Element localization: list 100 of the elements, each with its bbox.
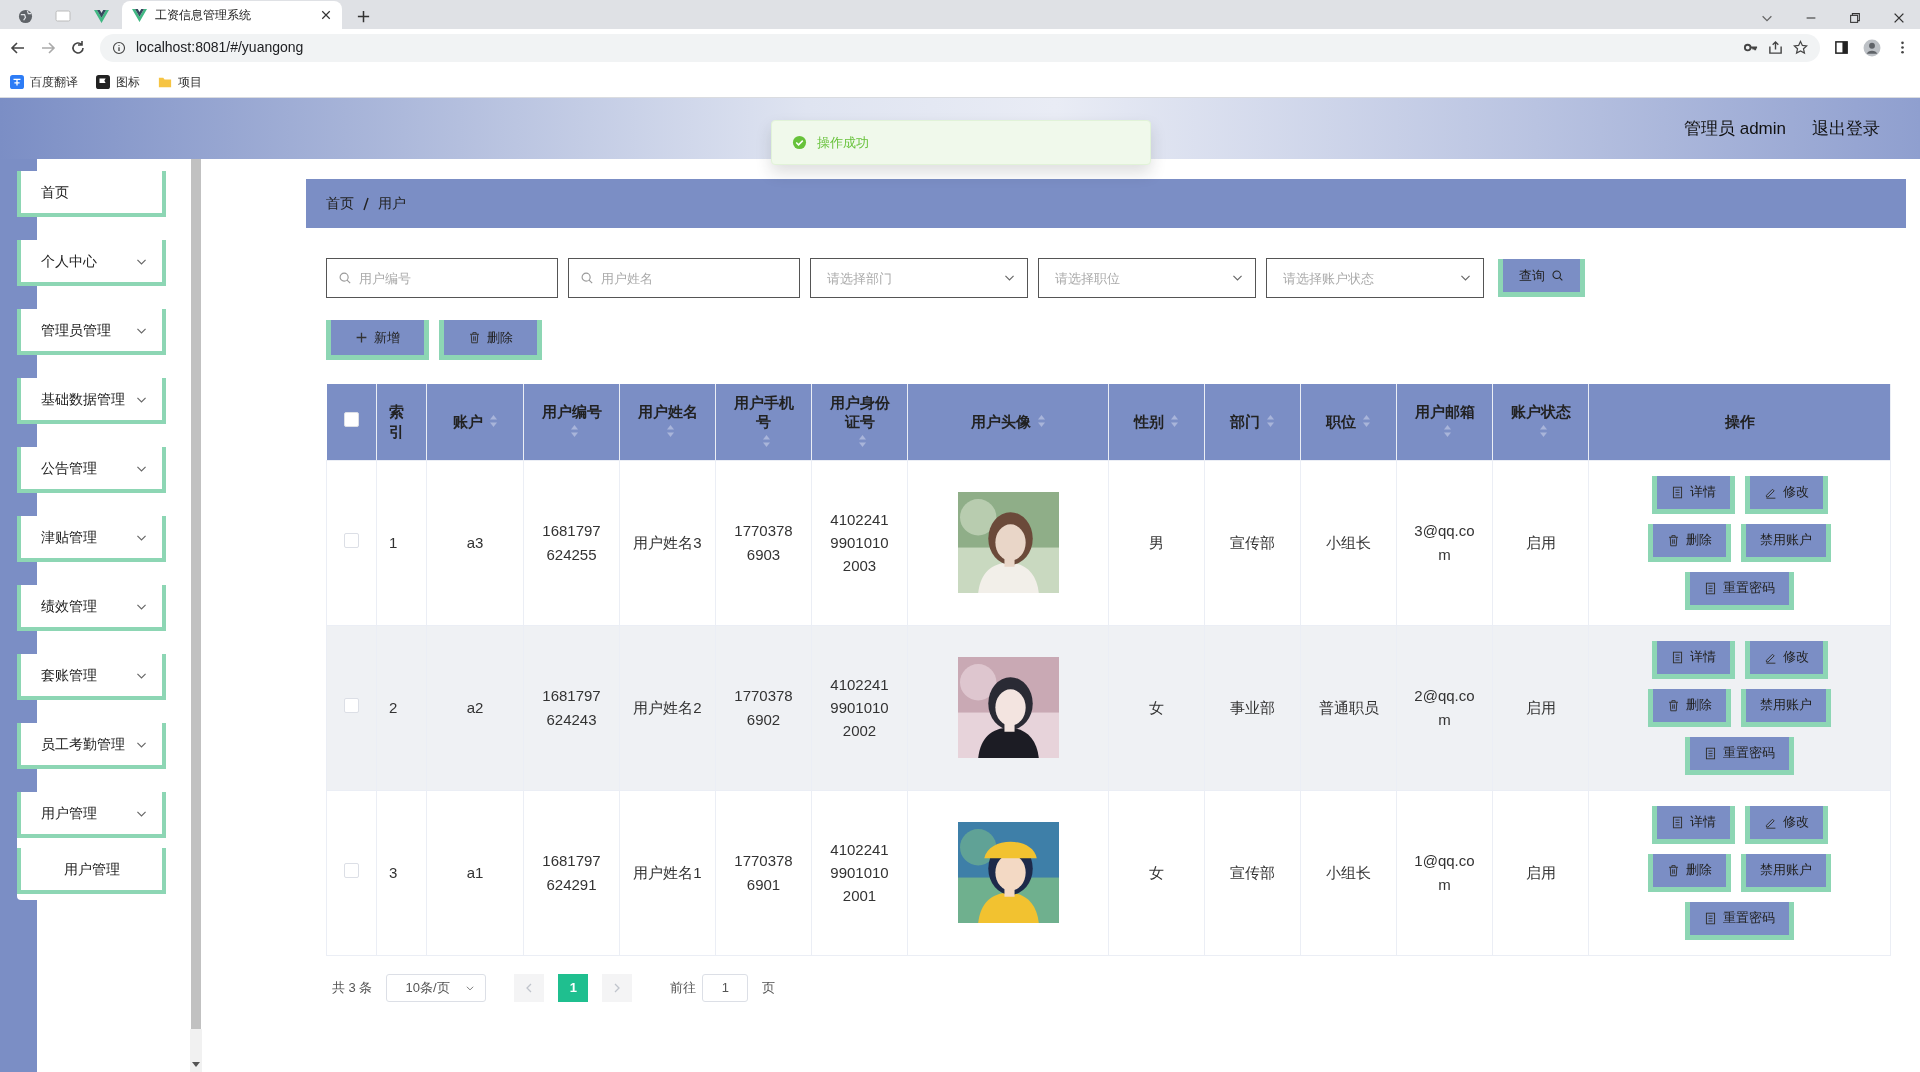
column-header: 索引	[389, 402, 405, 442]
logout-link[interactable]: 退出登录	[1812, 115, 1880, 142]
select-all-checkbox[interactable]	[343, 412, 359, 427]
sidebar-item[interactable]: 员工考勤管理	[17, 723, 166, 769]
sidebar-item[interactable]: 公告管理	[17, 447, 166, 493]
submenu-item[interactable]: 用户管理	[17, 848, 166, 894]
bookmark[interactable]: 图标	[96, 72, 140, 91]
column-header[interactable]: 部门	[1230, 412, 1260, 432]
page-size-select[interactable]: 10条/页	[386, 973, 487, 1002]
disable-account-button[interactable]: 禁用账户	[1741, 853, 1831, 892]
document-icon	[1670, 650, 1684, 664]
trash-icon	[1667, 698, 1680, 712]
blank-page-icon	[55, 8, 71, 24]
breadcrumb-item[interactable]: 首页	[326, 193, 354, 214]
select-field[interactable]: 请选择账户状态	[1266, 258, 1484, 298]
row-checkbox[interactable]	[344, 862, 359, 878]
search-field[interactable]: 用户姓名	[568, 258, 800, 298]
table-cell-text: 1681797624291	[541, 851, 602, 895]
edit-button[interactable]: 修改	[1744, 475, 1828, 514]
sidebar-item[interactable]: 套账管理	[17, 654, 166, 700]
address-bar[interactable]: localhost:8081/#/yuangong	[100, 33, 1820, 62]
column-header[interactable]: 用户邮箱	[1414, 402, 1475, 422]
info-icon[interactable]	[112, 40, 126, 55]
check-circle-icon	[792, 135, 807, 150]
table-cell: 宣传部	[1230, 863, 1275, 881]
table-cell: 女	[1149, 863, 1164, 881]
reset-password-button[interactable]: 重置密码	[1685, 901, 1794, 940]
sidebar-item[interactable]: 管理员管理	[17, 309, 166, 355]
search-field[interactable]: 用户编号	[326, 258, 558, 298]
trash-icon	[1667, 533, 1680, 547]
detail-button[interactable]: 详情	[1651, 640, 1735, 679]
profile-icon[interactable]	[1863, 38, 1881, 57]
sort-icon[interactable]	[488, 414, 498, 428]
sort-icon[interactable]	[666, 423, 675, 438]
delete-button[interactable]: 删除	[439, 320, 542, 360]
reload-icon[interactable]	[70, 39, 86, 56]
select-field[interactable]: 请选择部门	[810, 258, 1028, 298]
restore-icon[interactable]	[1848, 11, 1862, 25]
sort-icon[interactable]	[570, 423, 579, 438]
close-icon[interactable]	[1892, 11, 1906, 25]
sort-icon[interactable]	[1443, 423, 1452, 438]
row-checkbox[interactable]	[344, 532, 359, 548]
toast: 操作成功	[771, 120, 1151, 165]
scroll-down-arrow-icon[interactable]	[192, 1062, 200, 1068]
delete-button[interactable]: 删除	[1648, 688, 1731, 727]
disable-account-button[interactable]: 禁用账户	[1741, 688, 1831, 727]
edit-button[interactable]: 修改	[1744, 640, 1828, 679]
sort-icon[interactable]	[762, 433, 771, 448]
reset-password-button[interactable]: 重置密码	[1685, 736, 1794, 775]
page-input[interactable]: 1	[702, 973, 749, 1002]
query-button[interactable]: 查询	[1498, 259, 1585, 297]
add-button[interactable]: 新增	[326, 320, 429, 360]
browser-tab[interactable]: 工资信息管理系统	[122, 1, 342, 29]
column-header[interactable]: 账户状态	[1510, 402, 1571, 422]
document-icon	[1704, 581, 1717, 595]
column-header[interactable]: 职位	[1326, 412, 1356, 432]
sidebar-item[interactable]: 首页	[17, 171, 166, 217]
sidebar-item[interactable]: 用户管理	[17, 792, 166, 838]
reset-password-button[interactable]: 重置密码	[1685, 571, 1794, 610]
table-cell-text: 17703786902	[733, 686, 794, 730]
column-header[interactable]: 用户编号	[541, 402, 602, 422]
select-field[interactable]: 请选择职位	[1038, 258, 1256, 298]
close-icon[interactable]	[320, 9, 332, 21]
delete-button[interactable]: 删除	[1648, 523, 1731, 562]
sort-icon[interactable]	[1539, 423, 1548, 438]
table-cell: a1	[466, 863, 484, 881]
disable-account-button[interactable]: 禁用账户	[1741, 523, 1831, 562]
table-cell: 女	[1149, 698, 1164, 716]
edit-button[interactable]: 修改	[1744, 805, 1828, 844]
bookmark[interactable]: 项目	[158, 72, 202, 91]
row-checkbox[interactable]	[344, 697, 359, 713]
column-header[interactable]: 账户	[452, 412, 483, 432]
document-icon	[1704, 911, 1717, 925]
detail-button[interactable]: 详情	[1651, 805, 1735, 844]
star-icon[interactable]	[1793, 40, 1808, 55]
sidebar-item[interactable]: 津贴管理	[17, 516, 166, 562]
column-header[interactable]: 性别	[1134, 412, 1164, 432]
plus-icon[interactable]	[355, 8, 371, 24]
sort-icon[interactable]	[1170, 414, 1179, 428]
share-icon[interactable]	[1768, 40, 1783, 55]
table-cell-text: 1@qq.com	[1413, 851, 1476, 895]
column-header[interactable]: 用户姓名	[637, 402, 698, 422]
detail-button[interactable]: 详情	[1651, 475, 1735, 514]
table-cell: 3	[389, 863, 398, 881]
sidebar-item[interactable]: 绩效管理	[17, 585, 166, 631]
delete-button[interactable]: 删除	[1648, 853, 1731, 892]
sort-icon[interactable]	[1036, 414, 1046, 428]
sort-icon[interactable]	[1362, 414, 1371, 428]
back-arrow-icon[interactable]	[10, 39, 26, 56]
column-header[interactable]: 用户头像	[970, 412, 1031, 432]
side-panel-icon[interactable]	[1834, 40, 1849, 55]
chevron-right-icon	[613, 982, 622, 993]
sort-icon[interactable]	[1266, 414, 1275, 428]
sidebar-item[interactable]: 个人中心	[17, 240, 166, 286]
forward-arrow-icon[interactable]	[40, 39, 56, 56]
search-icon	[1551, 269, 1564, 282]
sidebar-item[interactable]: 基础数据管理	[17, 378, 166, 424]
scrollbar-thumb[interactable]	[191, 159, 201, 1029]
bookmark[interactable]: 百度翻译	[10, 72, 78, 91]
sort-icon[interactable]	[858, 433, 867, 448]
